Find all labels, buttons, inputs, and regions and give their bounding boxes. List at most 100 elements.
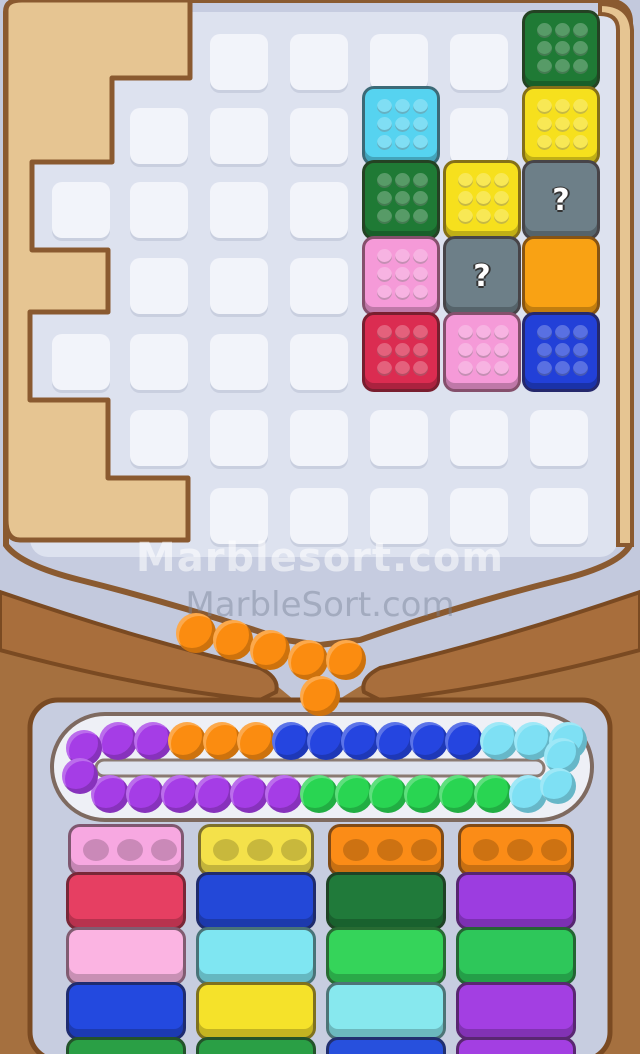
color-block[interactable] [443, 160, 521, 240]
tube-column[interactable] [326, 824, 446, 1054]
tube-cap[interactable] [328, 824, 444, 876]
color-block[interactable] [362, 160, 440, 240]
mystery-block[interactable]: ? [522, 160, 600, 240]
block-stud [395, 209, 410, 224]
block-stud [413, 209, 428, 224]
track-marble [202, 722, 241, 760]
track-marble [439, 775, 477, 813]
block-stud [458, 343, 473, 358]
block-stud [494, 325, 509, 340]
tube-segment [66, 1037, 186, 1054]
cap-hole [213, 839, 239, 861]
block-stud [395, 191, 410, 206]
color-block[interactable] [362, 236, 440, 316]
board-slot [130, 258, 188, 314]
board-slot [530, 410, 588, 466]
track-marble [375, 722, 414, 760]
block-stud [395, 325, 410, 340]
block-stud [555, 99, 570, 114]
track-marble [272, 722, 310, 760]
track-marble [306, 722, 345, 760]
color-block[interactable] [522, 86, 600, 166]
block-stud [555, 41, 570, 56]
block-stud [395, 173, 410, 188]
track-marble [230, 775, 269, 813]
track-marble [341, 722, 380, 760]
color-block[interactable] [522, 10, 600, 90]
color-block[interactable] [362, 86, 440, 166]
block-stud [476, 209, 491, 224]
board-slot [450, 108, 508, 164]
board-slot [370, 488, 428, 544]
block-stud [413, 249, 428, 264]
tube-segment [196, 1037, 316, 1054]
falling-marble [213, 620, 253, 660]
falling-marble [326, 640, 366, 680]
block-stud [573, 41, 588, 56]
tube-cap[interactable] [68, 824, 184, 876]
block-stud [395, 135, 410, 150]
block-stud [573, 23, 588, 38]
block-stud [537, 23, 552, 38]
block-stud [573, 343, 588, 358]
tube-cap[interactable] [198, 824, 314, 876]
question-mark-icon: ? [473, 258, 491, 294]
board-slot [530, 488, 588, 544]
block-stud [458, 209, 473, 224]
tube-segment [326, 982, 446, 1040]
tube-column[interactable] [196, 824, 316, 1054]
block-stud [377, 285, 392, 300]
block-stud [395, 361, 410, 376]
color-block[interactable] [522, 236, 600, 316]
block-stud [537, 99, 552, 114]
block-stud [377, 267, 392, 282]
tube-cap[interactable] [458, 824, 574, 876]
mystery-block[interactable]: ? [443, 236, 521, 316]
board-slot [370, 34, 428, 90]
block-stud [458, 173, 473, 188]
block-stud [555, 361, 570, 376]
color-block[interactable] [522, 312, 600, 392]
tube-segment [326, 872, 446, 930]
block-stud [395, 99, 410, 114]
block-stud [537, 41, 552, 56]
tube-segment [66, 927, 186, 985]
block-stud [476, 173, 491, 188]
color-block[interactable] [362, 312, 440, 392]
cap-hole [281, 839, 307, 861]
cap-hole [411, 839, 437, 861]
block-stud [413, 361, 428, 376]
track-marble [445, 722, 483, 760]
board-slot [210, 334, 268, 390]
tube-column[interactable] [66, 824, 186, 1054]
board-slot [290, 182, 348, 238]
cap-hole [247, 839, 273, 861]
board-slot [210, 34, 268, 90]
board-slot [52, 182, 110, 238]
track-marble [404, 775, 443, 813]
block-stud [537, 59, 552, 74]
block-stud [555, 117, 570, 132]
block-stud [413, 135, 428, 150]
track-marble [479, 722, 518, 760]
block-stud [377, 325, 392, 340]
block-stud [458, 191, 473, 206]
block-stud [377, 99, 392, 114]
block-stud [395, 249, 410, 264]
block-stud [377, 117, 392, 132]
block-stud [537, 117, 552, 132]
tube-column[interactable] [456, 824, 576, 1054]
tube-segment [196, 927, 316, 985]
tube-segment [196, 872, 316, 930]
block-stud [494, 173, 509, 188]
studded-block-icon [525, 315, 597, 389]
studded-block-icon [365, 239, 437, 313]
cap-hole [541, 839, 567, 861]
block-stud [458, 325, 473, 340]
block-stud [413, 343, 428, 358]
block-stud [395, 117, 410, 132]
block-stud [573, 361, 588, 376]
color-block[interactable] [443, 312, 521, 392]
board-slot [210, 108, 268, 164]
block-stud [377, 343, 392, 358]
